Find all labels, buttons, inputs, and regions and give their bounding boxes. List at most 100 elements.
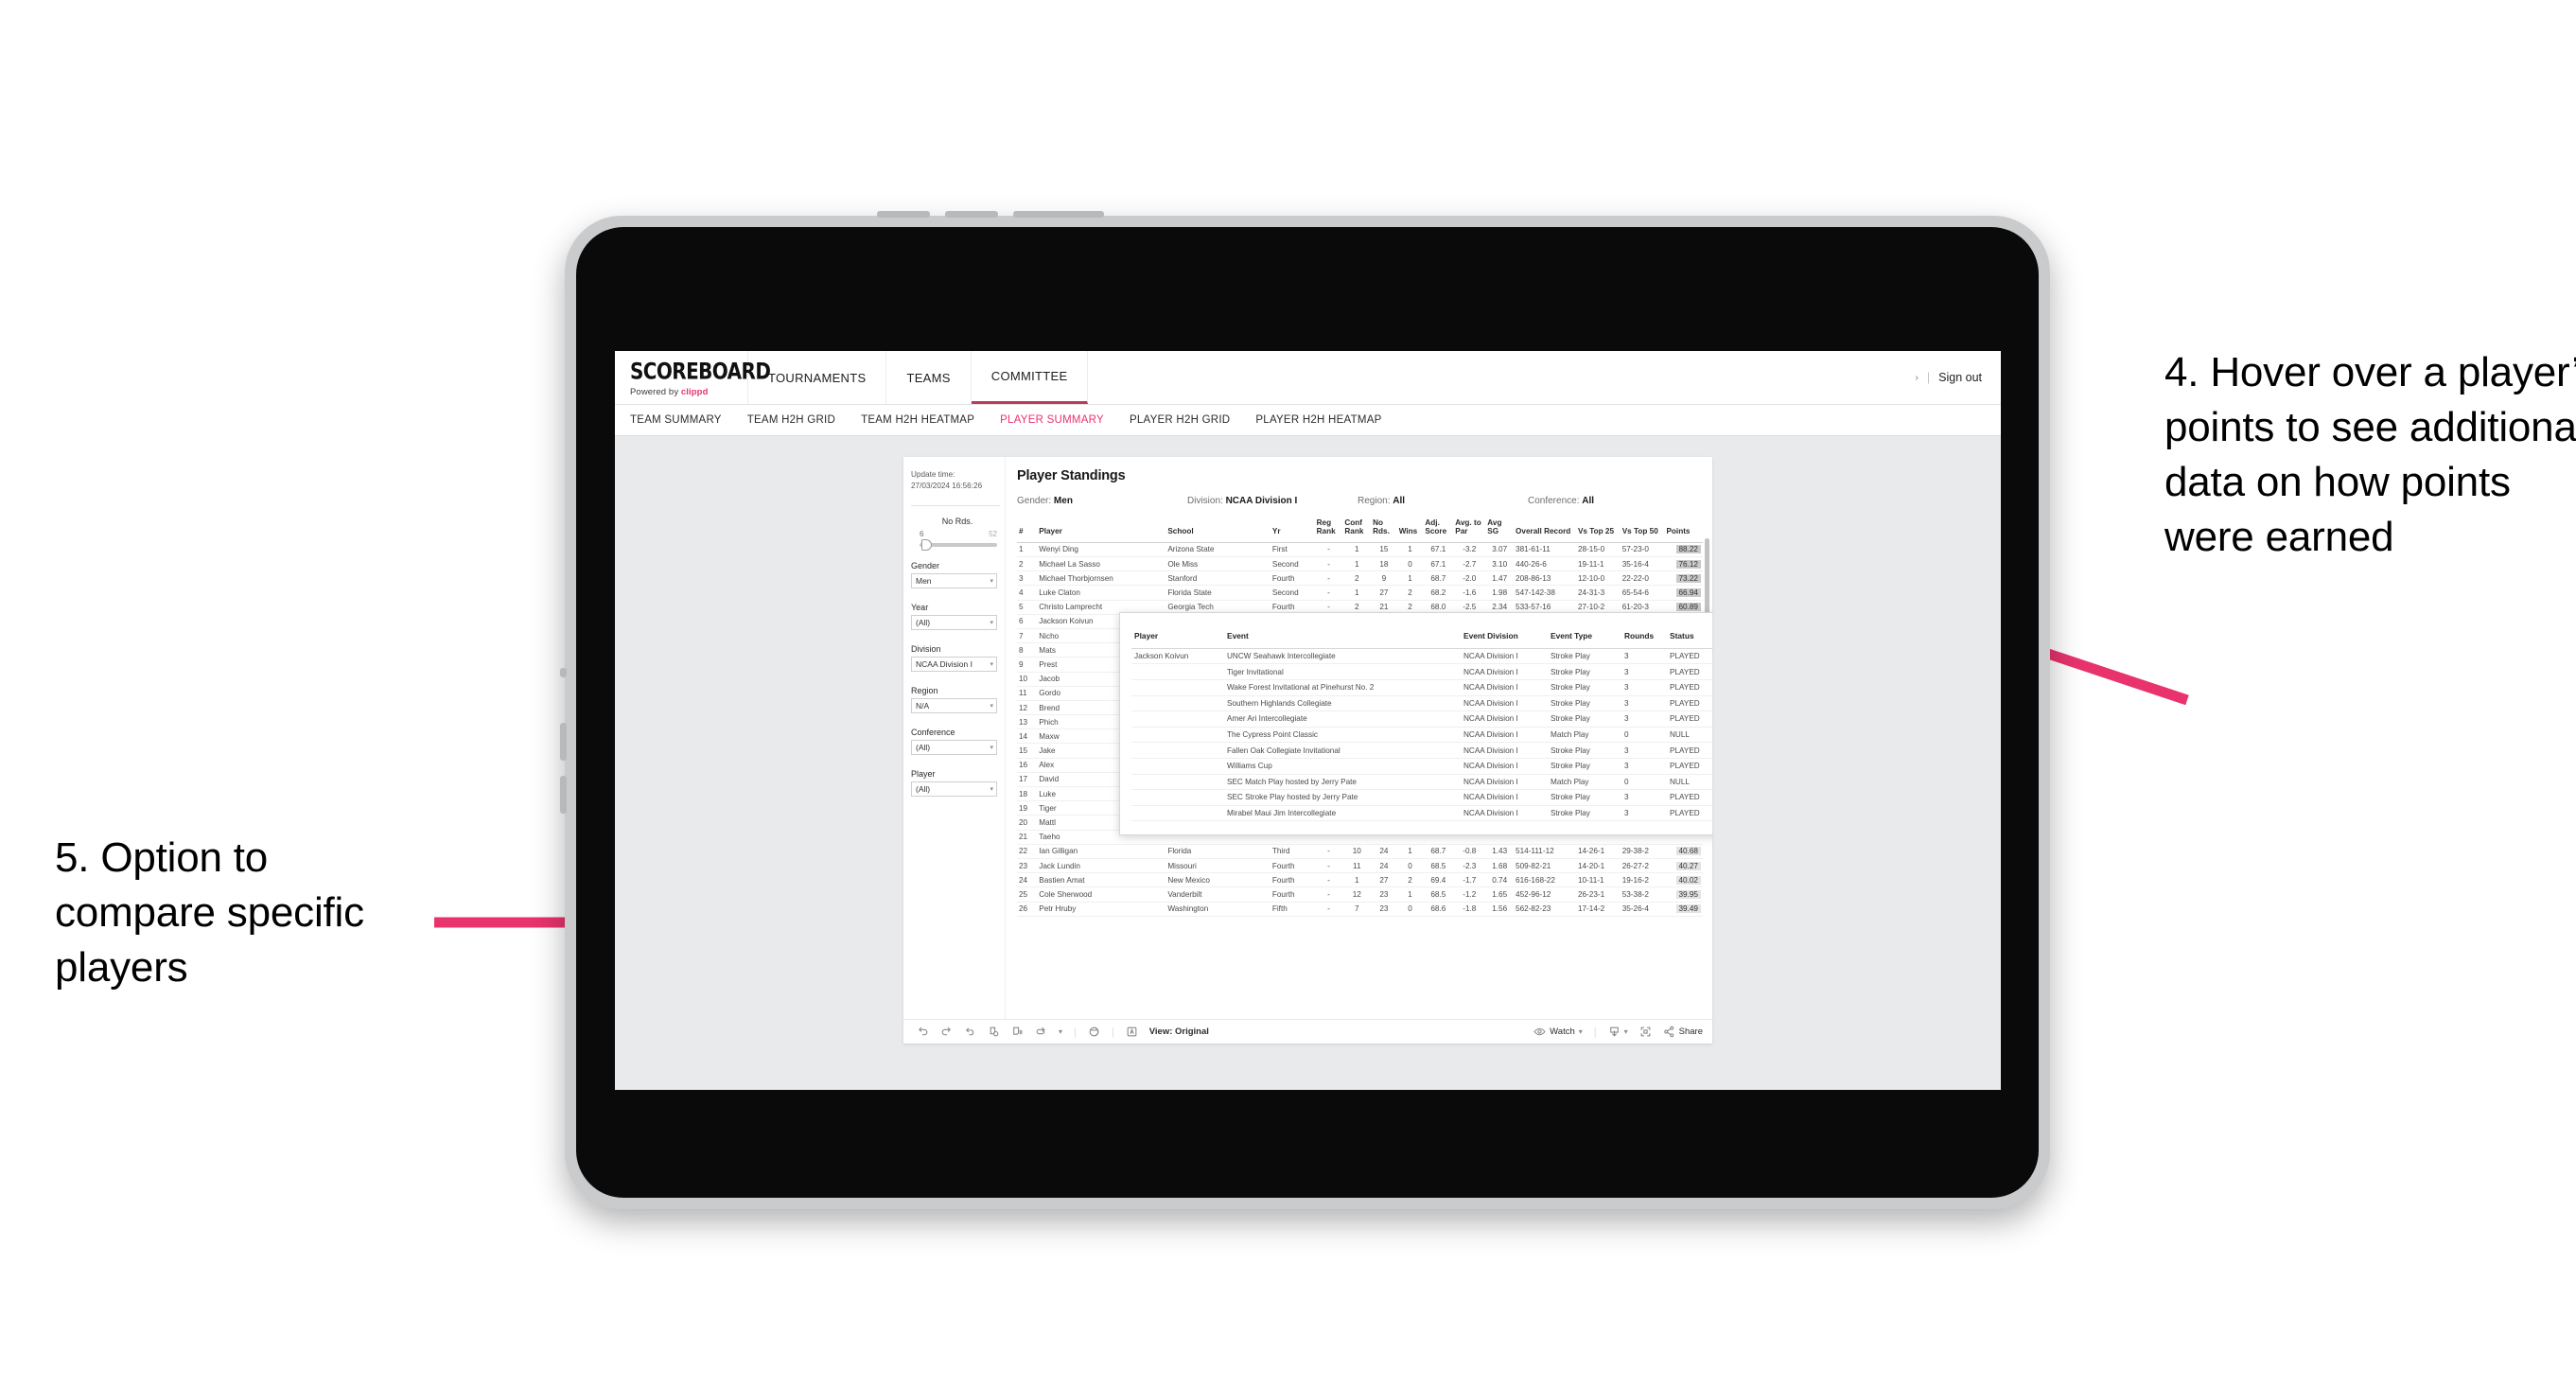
pan-icon[interactable] bbox=[1035, 1026, 1047, 1038]
col-vs-top-50[interactable]: Vs Top 50 bbox=[1620, 517, 1665, 543]
tab-player-h2h-heatmap[interactable]: PLAYER H2H HEATMAP bbox=[1255, 414, 1381, 426]
share-button[interactable]: Share bbox=[1679, 1026, 1703, 1037]
cell-wins: 2 bbox=[1396, 872, 1424, 888]
nav-item-committee[interactable]: COMMITTEE bbox=[971, 351, 1089, 404]
col-school[interactable]: School bbox=[1165, 517, 1270, 543]
points-badge[interactable]: 40.68 bbox=[1675, 847, 1701, 856]
tooltip-row: Amer Ari Intercollegiate NCAA Division IS… bbox=[1131, 711, 1712, 728]
tablet-volume-up-button bbox=[560, 723, 567, 761]
col-rank[interactable]: # bbox=[1017, 517, 1038, 543]
table-row[interactable]: 4 Luke Claton Florida State Second -1 27 2 68.2… bbox=[1017, 585, 1703, 601]
points-badge[interactable]: 76.12 bbox=[1675, 559, 1701, 569]
cell-record: 616-168-22 bbox=[1514, 872, 1576, 888]
table-row[interactable]: 26 Petr Hruby Washington Fifth -7 23 0 68.6 -1.8… bbox=[1017, 902, 1703, 917]
tt-col-event-type: Event Type bbox=[1548, 623, 1621, 649]
cell-points: 66.94 bbox=[1664, 585, 1703, 601]
tab-player-summary[interactable]: PLAYER SUMMARY bbox=[1000, 414, 1104, 426]
table-row[interactable]: 23 Jack Lundin Missouri Fourth -11 24 0 68.5 -2.… bbox=[1017, 858, 1703, 874]
tab-team-h2h-heatmap[interactable]: TEAM H2H HEATMAP bbox=[861, 414, 974, 426]
eye-icon[interactable] bbox=[1533, 1026, 1546, 1038]
col-wins[interactable]: Wins bbox=[1396, 517, 1424, 543]
filter-division-select[interactable]: NCAA Division I ▾ bbox=[911, 656, 997, 672]
col-yr[interactable]: Yr bbox=[1270, 517, 1315, 543]
table-row[interactable]: 25 Cole Sherwood Vanderbilt Fourth -12 23 1 68.… bbox=[1017, 886, 1703, 903]
no-rounds-slider[interactable]: No Rds. 6 52 bbox=[911, 517, 1005, 551]
table-row[interactable]: 2 Michael La Sasso Ole Miss Second -1 18 0 67.1… bbox=[1017, 556, 1703, 572]
cell-rank: 21 bbox=[1017, 830, 1038, 845]
col-player[interactable]: Player bbox=[1037, 517, 1166, 543]
col-vs-top-25[interactable]: Vs Top 25 bbox=[1575, 517, 1621, 543]
filter-player-select[interactable]: (All) ▾ bbox=[911, 781, 997, 797]
signout-button[interactable]: Sign out bbox=[1938, 371, 1982, 384]
points-badge[interactable]: 73.22 bbox=[1675, 573, 1701, 583]
view-icon[interactable] bbox=[1126, 1026, 1138, 1038]
cell-wins: 0 bbox=[1396, 902, 1424, 917]
top-nav-items: TOURNAMENTS TEAMS COMMITTEE bbox=[748, 351, 1089, 404]
watch-group[interactable]: Watch ▾ bbox=[1533, 1026, 1583, 1038]
chevron-down-icon[interactable]: ▾ bbox=[1624, 1027, 1628, 1036]
share-icon[interactable] bbox=[1663, 1026, 1675, 1038]
points-badge[interactable]: 40.02 bbox=[1675, 875, 1701, 885]
tab-team-h2h-grid[interactable]: TEAM H2H GRID bbox=[747, 414, 835, 426]
points-badge[interactable]: 88.22 bbox=[1675, 545, 1701, 554]
tooltip-row: The Cypress Point Classic NCAA Division I… bbox=[1131, 727, 1712, 744]
col-reg-rank[interactable]: Reg Rank bbox=[1314, 517, 1343, 543]
filter-gender-select[interactable]: Men ▾ bbox=[911, 572, 997, 588]
chevron-down-icon[interactable]: ▾ bbox=[1059, 1027, 1062, 1036]
tooltip-cell-rounds: 3 bbox=[1621, 742, 1667, 759]
table-row[interactable]: 3 Michael Thorbjornsen Stanford Fourth -2 9 1 6… bbox=[1017, 570, 1703, 587]
share-group[interactable]: Share bbox=[1663, 1026, 1703, 1038]
cell-conf: 11 bbox=[1342, 858, 1372, 874]
download-group[interactable]: ▾ bbox=[1608, 1026, 1628, 1038]
refresh-data-icon[interactable] bbox=[988, 1026, 1000, 1038]
col-overall-record[interactable]: Overall Record bbox=[1514, 517, 1576, 543]
points-badge[interactable]: 60.89 bbox=[1675, 603, 1701, 612]
redo-icon[interactable] bbox=[940, 1026, 953, 1038]
watch-button[interactable]: Watch bbox=[1550, 1026, 1575, 1037]
cell-player: Luke Claton bbox=[1037, 585, 1166, 601]
col-no-rds[interactable]: No Rds. bbox=[1371, 517, 1397, 543]
no-rounds-max: 52 bbox=[989, 529, 997, 538]
cell-school: New Mexico bbox=[1165, 872, 1270, 888]
cell-record: 509-82-21 bbox=[1514, 858, 1576, 874]
table-row[interactable]: 22 Ian Gilligan Florida Third -10 24 1 68.7 -0.8… bbox=[1017, 844, 1703, 859]
cell-points: 73.22 bbox=[1664, 570, 1703, 587]
filter-region-select[interactable]: N/A ▾ bbox=[911, 697, 997, 713]
tooltip-cell-event: Amer Ari Intercollegiate bbox=[1224, 711, 1461, 728]
points-badge[interactable]: 66.94 bbox=[1675, 588, 1701, 597]
undo-icon[interactable] bbox=[917, 1026, 929, 1038]
cell-rank: 2 bbox=[1017, 556, 1038, 572]
pause-autoupdate-icon[interactable] bbox=[1011, 1026, 1024, 1038]
col-points[interactable]: Points bbox=[1664, 517, 1703, 543]
cell-rds: 18 bbox=[1371, 556, 1397, 572]
highlight-icon[interactable] bbox=[1088, 1026, 1100, 1038]
tab-player-h2h-grid[interactable]: PLAYER H2H GRID bbox=[1130, 414, 1230, 426]
col-avg-sg[interactable]: Avg SG bbox=[1485, 517, 1515, 543]
fullscreen-icon[interactable] bbox=[1639, 1026, 1652, 1038]
tab-team-summary[interactable]: TEAM SUMMARY bbox=[630, 414, 722, 426]
filter-year-select[interactable]: (All) ▾ bbox=[911, 614, 997, 630]
cell-adj: 67.1 bbox=[1423, 542, 1454, 558]
download-icon[interactable] bbox=[1608, 1026, 1621, 1038]
table-row[interactable]: 1 Wenyi Ding Arizona State First -1 15 1 67.1 -3… bbox=[1017, 542, 1703, 558]
points-badge[interactable]: 40.27 bbox=[1675, 861, 1701, 870]
cell-record: 547-142-38 bbox=[1514, 585, 1576, 601]
col-conf-rank[interactable]: Conf Rank bbox=[1342, 517, 1372, 543]
nav-item-teams[interactable]: TEAMS bbox=[886, 351, 972, 404]
points-badge[interactable]: 39.95 bbox=[1675, 889, 1701, 899]
filter-conference-select[interactable]: (All) ▾ bbox=[911, 739, 997, 755]
chevron-down-icon[interactable]: ▾ bbox=[1579, 1027, 1583, 1036]
view-original-button[interactable]: View: Original bbox=[1149, 1026, 1209, 1037]
tooltip-cell-type: Stroke Play bbox=[1548, 711, 1621, 728]
slider-handle[interactable] bbox=[921, 538, 932, 551]
col-adj-score[interactable]: Adj. Score bbox=[1423, 517, 1454, 543]
slider-track[interactable] bbox=[920, 538, 997, 551]
col-avg-to-par[interactable]: Avg. to Par bbox=[1453, 517, 1486, 543]
cell-rank: 17 bbox=[1017, 772, 1038, 788]
brand-logo[interactable]: SCOREBOARD Powered by clippd bbox=[615, 351, 771, 404]
tooltip-row: Williams Cup NCAA Division I Stroke Play 3 P… bbox=[1131, 758, 1712, 775]
revert-icon[interactable] bbox=[964, 1026, 976, 1038]
points-badge[interactable]: 39.49 bbox=[1675, 904, 1701, 914]
table-row[interactable]: 24 Bastien Amat New Mexico Fourth -1 27 2 69.4-… bbox=[1017, 872, 1703, 888]
chevron-right-icon[interactable]: › bbox=[1916, 373, 1919, 383]
